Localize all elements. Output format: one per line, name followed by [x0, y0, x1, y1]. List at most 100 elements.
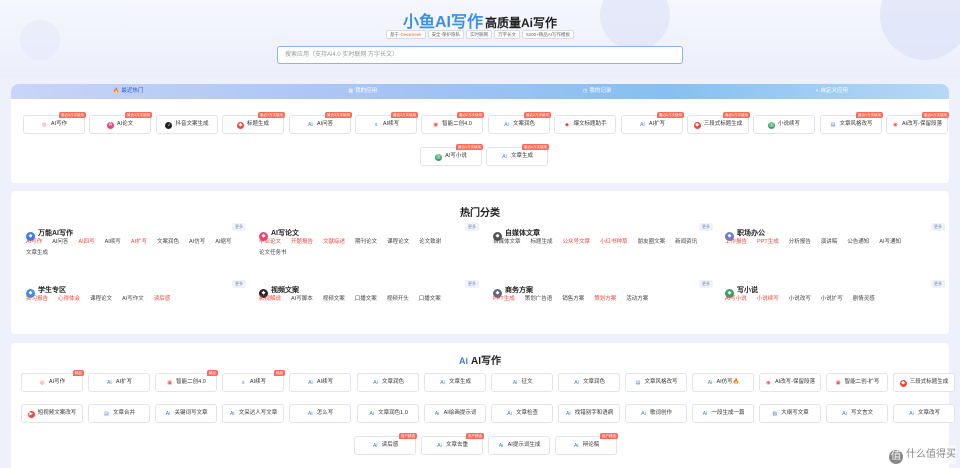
app-card[interactable]: Ai AI绘画提示词: [424, 404, 486, 423]
category-link[interactable]: 文章生成: [26, 248, 48, 259]
category-link[interactable]: 小说改写: [789, 294, 811, 305]
category-link[interactable]: 毕业论文: [259, 237, 281, 248]
app-card[interactable]: Ai 文章改写: [893, 404, 955, 423]
more-button[interactable]: 更多: [699, 280, 713, 288]
category-link[interactable]: 心得体会: [58, 294, 80, 305]
tab-recent-hot[interactable]: 🔥 最近热门: [11, 84, 246, 99]
app-card[interactable]: Ai 文章润色1.0: [357, 404, 419, 423]
tab-my-apps[interactable]: ▦ 我的应用: [246, 84, 481, 99]
more-button[interactable]: 更多: [699, 223, 713, 231]
category-link[interactable]: 小红书种草: [600, 237, 628, 248]
app-card[interactable]: Ai 文章去重 用户精选: [421, 433, 484, 455]
app-card[interactable]: Ai 文章生成 最近1万次使用: [486, 144, 549, 166]
category-link[interactable]: 公众号文章: [563, 237, 591, 248]
search-input[interactable]: 搜索应用（支持Ai4.0 实时联网 万字长文）: [277, 46, 683, 64]
category-name[interactable]: 职场办公: [737, 230, 765, 237]
category-link[interactable]: 策划广告语: [525, 294, 553, 305]
category-link[interactable]: 文案润色: [157, 237, 179, 248]
category-link[interactable]: 期刊论文: [355, 237, 377, 248]
category-link[interactable]: 口播文案: [419, 294, 441, 305]
category-link[interactable]: 开题报告: [291, 237, 313, 248]
app-card[interactable]: Ai AI提示词生成: [488, 436, 550, 455]
more-button[interactable]: 更多: [232, 280, 246, 288]
app-card[interactable]: ▤ 文章风格改写 最近1万次使用: [820, 112, 883, 134]
category-link[interactable]: 标题生成: [531, 237, 553, 248]
category-link[interactable]: AI仿写: [189, 237, 205, 248]
app-card[interactable]: ◉ AI改写-保留段落 最近1万次使用: [886, 112, 949, 134]
category-link[interactable]: 演讲稿: [821, 237, 838, 248]
app-card[interactable]: Ai 怎么写: [289, 404, 351, 423]
category-link[interactable]: AI问答: [52, 237, 68, 248]
category-link[interactable]: 视频开头: [387, 294, 409, 305]
category-name[interactable]: 万能AI写作: [38, 230, 73, 237]
category-link[interactable]: AI扩写: [131, 237, 147, 248]
category-link[interactable]: 口播文案: [355, 294, 377, 305]
app-card[interactable]: Ai AI仿写🔥: [692, 373, 754, 392]
app-card[interactable]: Ai AI扩写 最近1万次使用: [621, 112, 684, 134]
category-link[interactable]: 自媒体文章: [493, 237, 521, 248]
category-link[interactable]: AI写作: [26, 237, 42, 248]
category-link[interactable]: 论文致谢: [419, 237, 441, 248]
app-card[interactable]: Ai 写文言文: [826, 404, 888, 423]
category-link[interactable]: 分析报告: [789, 237, 811, 248]
app-card[interactable]: A AI论文 最近3万次使用: [89, 112, 152, 134]
category-link[interactable]: 课程论文: [387, 237, 409, 248]
category-link[interactable]: 活动方案: [626, 294, 648, 305]
more-button[interactable]: 更多: [931, 280, 945, 288]
category-name[interactable]: 自媒体文章: [505, 230, 540, 237]
app-card[interactable]: Ai AI续写: [289, 373, 351, 392]
app-card[interactable]: Ai 征文: [491, 373, 553, 392]
app-card[interactable]: ▣ 智能二创-扩写: [826, 373, 888, 392]
tab-custom-app[interactable]: + 自定义应用: [715, 84, 950, 99]
app-card[interactable]: ◉ AI改写-保留段落: [759, 373, 821, 392]
app-card[interactable]: ▶ 短视频文案改写: [21, 404, 83, 423]
app-card[interactable]: Ai 关键词写文章: [155, 404, 217, 423]
category-link[interactable]: 实习报告: [26, 294, 48, 305]
category-link[interactable]: 影视解说: [259, 294, 281, 305]
app-card[interactable]: ▣ 智能二创4.0 精品: [155, 370, 218, 392]
more-button[interactable]: 更多: [232, 223, 246, 231]
app-card[interactable]: ◆ 爆文标题助手: [554, 115, 616, 134]
category-link[interactable]: 视频文案: [323, 294, 345, 305]
category-link[interactable]: 朋友圈文案: [638, 237, 666, 248]
app-card[interactable]: ▥ AI写小说 最近1万次使用: [420, 144, 483, 166]
app-card[interactable]: Ai 文案润色 最近2万次使用: [488, 112, 551, 134]
app-card[interactable]: ≡ AI续写 精品: [222, 370, 285, 392]
category-link[interactable]: PPT生成: [493, 294, 515, 305]
category-link[interactable]: 工作报告: [725, 237, 747, 248]
category-link[interactable]: PPT生成: [757, 237, 779, 248]
more-button[interactable]: 更多: [465, 280, 479, 288]
tab-my-records[interactable]: ◷ 我的记录: [480, 84, 715, 99]
app-card[interactable]: Ai 歌词创作: [625, 404, 687, 423]
category-link[interactable]: AI写脚本: [291, 294, 313, 305]
app-card[interactable]: ♪ 抖音文案生成: [156, 115, 218, 134]
app-card[interactable]: Ai AI扩写: [88, 373, 150, 392]
category-link[interactable]: 文献综述: [323, 237, 345, 248]
category-name[interactable]: 商务方案: [505, 287, 533, 294]
category-link[interactable]: 销售方案: [562, 294, 584, 305]
app-card[interactable]: Ai 文采达人写文章: [222, 404, 284, 423]
more-button[interactable]: 更多: [931, 223, 945, 231]
category-name[interactable]: 写小说: [737, 287, 758, 294]
app-card[interactable]: ◎ AI写作 精品: [21, 370, 84, 392]
category-name[interactable]: 学生专区: [38, 287, 66, 294]
category-link[interactable]: 策划方案: [594, 294, 616, 305]
category-link[interactable]: AI四写: [78, 237, 94, 248]
more-button[interactable]: 更多: [465, 223, 479, 231]
app-card[interactable]: Ai AI问答 最近3万次使用: [289, 112, 352, 134]
category-link[interactable]: AI续写: [105, 237, 121, 248]
category-link[interactable]: AI写通知: [879, 237, 901, 248]
app-card[interactable]: Ai 辩论稿 用户精选: [555, 433, 618, 455]
app-card[interactable]: ▥ 小说续写: [753, 115, 815, 134]
category-link[interactable]: 小说扩写: [821, 294, 843, 305]
category-link[interactable]: 剧情灵感: [853, 294, 875, 305]
app-card[interactable]: Ai 文章生成: [424, 373, 486, 392]
category-link[interactable]: 论文任务书: [259, 248, 287, 259]
category-link[interactable]: 读后感: [154, 294, 171, 305]
app-card[interactable]: Ai 文章检查: [491, 404, 553, 423]
app-card[interactable]: ▤ 文章风格改写: [625, 373, 687, 392]
app-card[interactable]: ◆ 标题生成 最近3万次使用: [222, 112, 285, 134]
app-card[interactable]: ≡ AI续写 最近3万次使用: [355, 112, 418, 134]
app-card[interactable]: Ai 读后感 用户精选: [354, 433, 417, 455]
app-card[interactable]: ◆ 三段式标题生成: [893, 373, 955, 392]
